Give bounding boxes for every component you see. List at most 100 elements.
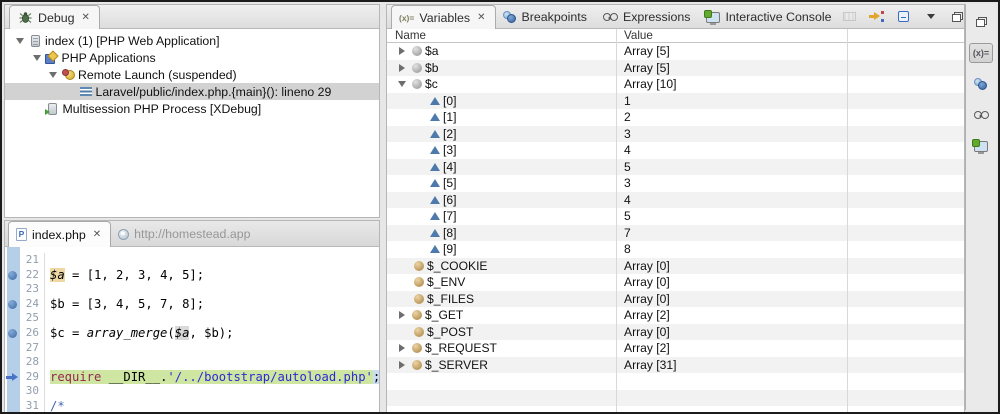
breakpoints-fastview-button[interactable]: [969, 74, 993, 94]
variable-row[interactable]: [7] 5: [387, 208, 964, 225]
tab-debug[interactable]: Debug ✕: [9, 5, 100, 29]
column-header-value[interactable]: Value: [616, 29, 848, 43]
variable-row[interactable]: $_SERVER Array [31]: [387, 356, 964, 373]
close-icon[interactable]: ✕: [477, 12, 485, 23]
variable-value: Array [2]: [624, 308, 670, 323]
expressions-fastview-button[interactable]: [969, 105, 993, 125]
variable-row[interactable]: $c Array [10]: [387, 76, 964, 93]
debug-tree-item-label: Multisession PHP Process [XDebug]: [62, 101, 262, 116]
code-line-25[interactable]: 25: [5, 311, 379, 326]
gutter[interactable]: 26: [5, 325, 45, 341]
gutter[interactable]: 28: [5, 355, 45, 370]
empty-row: [387, 389, 964, 407]
editor-tab-http-homestead-app[interactable]: http://homestead.app: [111, 222, 259, 246]
gutter[interactable]: 25: [5, 311, 45, 326]
variable-row[interactable]: $_POST Array [0]: [387, 323, 964, 340]
code-line-27[interactable]: 27: [5, 340, 379, 356]
editor-tab-index-php[interactable]: Pindex.php ✕: [8, 221, 112, 247]
variable-row[interactable]: [6] 4: [387, 191, 964, 208]
column-header-name[interactable]: Name: [395, 29, 426, 43]
variable-value-cell: 5: [616, 208, 848, 225]
tab-breakpoints[interactable]: Breakpoints: [496, 6, 596, 28]
code-line-24[interactable]: 24 $b = [3, 4, 5, 7, 8];: [5, 296, 379, 312]
variable-row[interactable]: [3] 4: [387, 142, 964, 159]
close-icon[interactable]: ✕: [93, 229, 101, 240]
minimize-restore-button[interactable]: [949, 8, 964, 26]
tab-interactive-console[interactable]: Interactive Console: [699, 6, 840, 28]
variables-fastview-button[interactable]: (x)=: [969, 43, 993, 63]
variable-row[interactable]: [1] 2: [387, 109, 964, 126]
gutter[interactable]: 30: [5, 384, 45, 399]
editor-tab-label: index.php: [32, 227, 86, 242]
variable-row[interactable]: $a Array [5]: [387, 43, 964, 60]
gutter[interactable]: 21: [5, 253, 45, 268]
minimize-restore-icon: [952, 11, 964, 22]
code-line-30[interactable]: 30: [5, 384, 379, 399]
debug-tree-item-label: PHP Applications: [61, 50, 156, 65]
variable-row[interactable]: $_COOKIE Array [0]: [387, 257, 964, 274]
code-line-29[interactable]: 29 require __DIR__.'/../bootstrap/autoloa…: [5, 369, 379, 385]
variable-row[interactable]: [8] 7: [387, 224, 964, 241]
expander-collapse-icon[interactable]: [46, 71, 60, 78]
debug-tree-item[interactable]: index (1) [PHP Web Application]: [5, 32, 379, 49]
variable-row[interactable]: [5] 3: [387, 175, 964, 192]
show-type-names-button[interactable]: [841, 8, 859, 26]
variable-name: [7]: [443, 209, 457, 224]
expressions-icon: [602, 12, 618, 22]
element-icon: [427, 245, 443, 254]
debug-tree-item[interactable]: Multisession PHP Process [XDebug]: [5, 100, 379, 117]
interactive-console-fastview-button[interactable]: [969, 136, 993, 156]
variable-row[interactable]: $_FILES Array [0]: [387, 290, 964, 307]
variable-row[interactable]: [0] 1: [387, 92, 964, 109]
code-line-28[interactable]: 28: [5, 355, 379, 370]
gutter[interactable]: 31: [5, 398, 45, 412]
gutter[interactable]: 23: [5, 282, 45, 297]
restore-view-fastview-button[interactable]: [969, 12, 993, 32]
breakpoint-icon[interactable]: [8, 299, 17, 309]
variable-row[interactable]: $_GET Array [2]: [387, 307, 964, 324]
gutter[interactable]: 29: [5, 369, 45, 385]
expander-expand-icon[interactable]: [395, 63, 409, 72]
variable-row[interactable]: [2] 3: [387, 125, 964, 142]
tab-expressions[interactable]: Expressions: [596, 6, 700, 28]
variable-name: [3]: [443, 143, 457, 158]
variable-name: $_COOKIE: [427, 258, 488, 273]
debug-tree-item[interactable]: Laravel/public/index.php.{main}(): linen…: [5, 83, 379, 100]
breakpoint-icon[interactable]: [8, 328, 17, 338]
expander-expand-icon[interactable]: [395, 344, 409, 353]
code-line-23[interactable]: 23: [5, 282, 379, 297]
tree-launch-icon: [60, 69, 76, 80]
debug-tree-item[interactable]: PHP Applications: [5, 49, 379, 66]
variable-row[interactable]: [9] 8: [387, 241, 964, 258]
show-type-names-icon: [843, 12, 857, 21]
collapse-all-button[interactable]: [895, 8, 913, 26]
variable-row[interactable]: $b Array [5]: [387, 59, 964, 76]
variable-row[interactable]: $_REQUEST Array [2]: [387, 340, 964, 357]
code-editor[interactable]: 21 22 $a = [1, 2, 3, 4, 5]; 23 24 $b = [3, 4,…: [5, 247, 379, 412]
breakpoint-icon[interactable]: [8, 270, 17, 280]
tab-variables[interactable]: (x)= Variables ✕: [391, 5, 496, 29]
code-line-31[interactable]: 31 /*: [5, 398, 379, 412]
variables-table-header: Name Value: [387, 29, 964, 43]
variable-row[interactable]: [4] 5: [387, 158, 964, 175]
gutter[interactable]: 27: [5, 340, 45, 356]
show-logical-structure-button[interactable]: [868, 8, 886, 26]
close-icon[interactable]: ✕: [82, 12, 90, 23]
gutter[interactable]: 22: [5, 267, 45, 283]
debug-tree-item[interactable]: Remote Launch (suspended): [5, 66, 379, 83]
code-line-26[interactable]: 26 $c = array_merge($a, $b);: [5, 325, 379, 341]
variable-value: 4: [624, 192, 631, 207]
view-menu-button[interactable]: [922, 8, 940, 26]
gutter[interactable]: 24: [5, 296, 45, 312]
expander-expand-icon[interactable]: [395, 47, 409, 56]
expander-collapse-icon[interactable]: [395, 81, 409, 88]
variable-row[interactable]: $_ENV Array [0]: [387, 274, 964, 291]
expressions-icon: [973, 110, 989, 120]
expander-expand-icon[interactable]: [395, 311, 409, 320]
variable-name-cell: [387, 390, 616, 407]
expander-collapse-icon[interactable]: [13, 37, 27, 44]
code-line-22[interactable]: 22 $a = [1, 2, 3, 4, 5];: [5, 267, 379, 283]
code-line-21[interactable]: 21: [5, 253, 379, 268]
expander-expand-icon[interactable]: [395, 360, 409, 369]
expander-collapse-icon[interactable]: [30, 54, 44, 61]
